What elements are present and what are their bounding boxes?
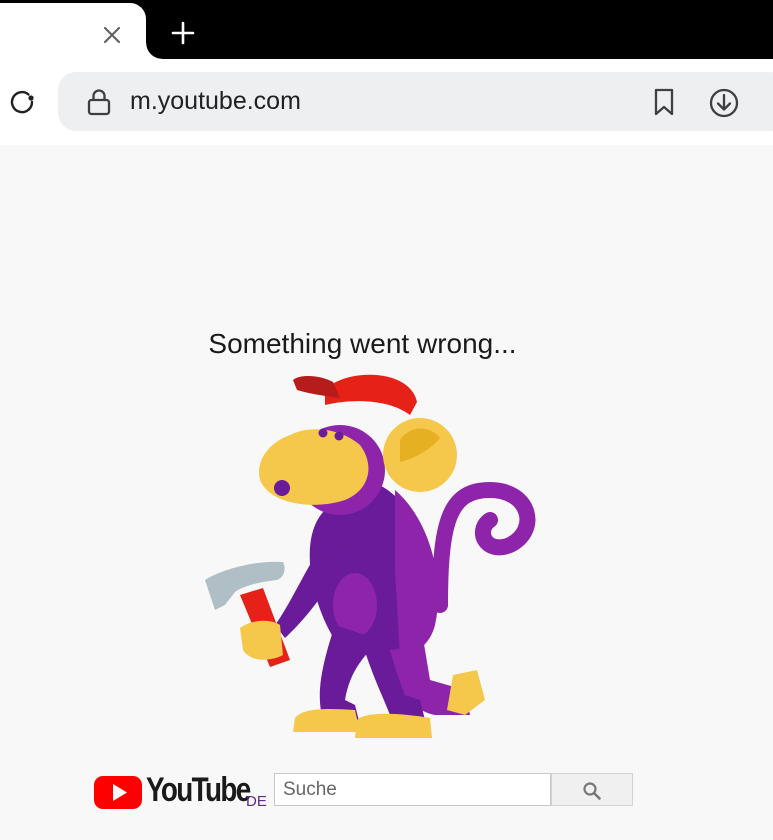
youtube-logo-text[interactable]: YouTube bbox=[146, 771, 251, 810]
search-icon bbox=[583, 782, 601, 800]
reload-icon[interactable] bbox=[6, 86, 38, 118]
error-title: Something went wrong... bbox=[208, 328, 517, 359]
youtube-footer: YouTube DE bbox=[94, 771, 634, 811]
download-icon[interactable] bbox=[708, 87, 740, 119]
plus-icon[interactable] bbox=[171, 21, 195, 45]
browser-tab[interactable] bbox=[0, 3, 162, 59]
tab-strip bbox=[0, 0, 773, 59]
search-button[interactable] bbox=[551, 773, 633, 806]
lock-icon[interactable] bbox=[86, 88, 112, 116]
browser-toolbar: m.youtube.com bbox=[0, 59, 773, 145]
page-content: Something went wrong... YouTube DE Suche bbox=[0, 145, 773, 840]
bookmark-icon[interactable] bbox=[650, 87, 678, 117]
monkey-illustration bbox=[205, 374, 536, 738]
address-bar[interactable]: m.youtube.com bbox=[58, 72, 773, 131]
region-code: DE bbox=[246, 793, 267, 810]
url-text[interactable]: m.youtube.com bbox=[130, 87, 301, 116]
search-input[interactable] bbox=[274, 773, 551, 806]
close-icon[interactable] bbox=[101, 24, 123, 46]
